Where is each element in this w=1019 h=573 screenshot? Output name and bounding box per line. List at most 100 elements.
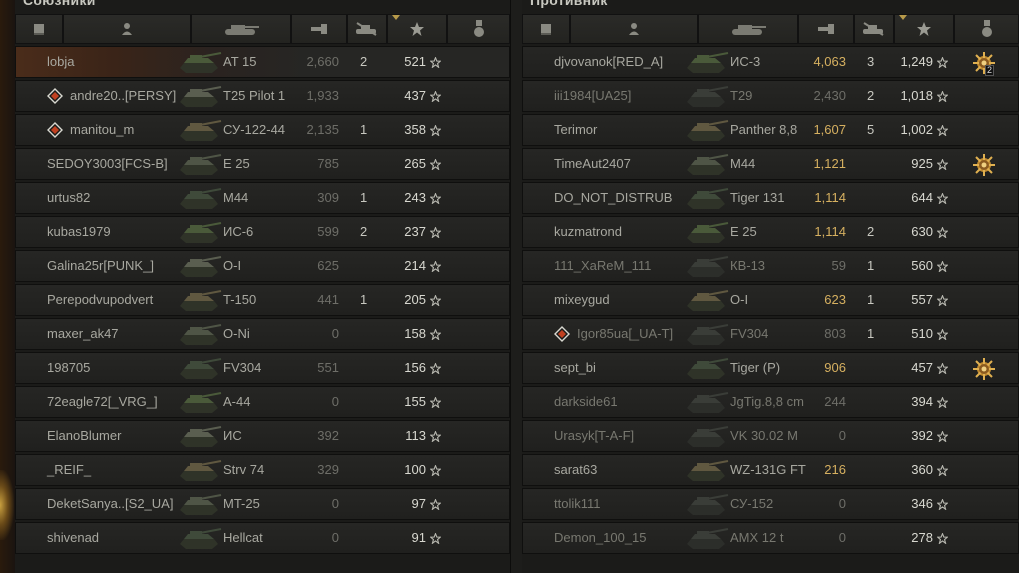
player-row[interactable]: 111_XaReM_111 КВ-13 59 1 560 xyxy=(522,250,1019,282)
player-row[interactable]: darkside61 JgTig.8,8 cm 244 394 xyxy=(522,386,1019,418)
experience-value: 100 xyxy=(404,462,426,477)
star-icon xyxy=(936,56,949,69)
experience-value: 1,018 xyxy=(900,88,933,103)
tank-name: ИС-6 xyxy=(223,224,254,239)
enemies-col-header-tank[interactable] xyxy=(698,14,798,44)
player-row[interactable]: TimeAut2407 M44 1,121 925 xyxy=(522,148,1019,180)
allies-col-header-tank[interactable] xyxy=(191,14,291,44)
tank-icon xyxy=(685,254,729,280)
allies-col-header-player[interactable] xyxy=(63,14,191,44)
enemies-col-header-player[interactable] xyxy=(570,14,698,44)
player-row[interactable]: _REIF_ Strv 74 329 100 xyxy=(15,454,510,486)
kills-value: 1 xyxy=(867,292,875,307)
player-row[interactable]: maxer_ak47 O-Ni 0 158 xyxy=(15,318,510,350)
star-icon xyxy=(936,226,949,239)
tank-icon xyxy=(178,322,222,348)
tank-icon xyxy=(178,118,222,144)
enemies-col-header-kills[interactable] xyxy=(854,14,894,44)
player-name: mixeygud xyxy=(554,292,610,307)
tank-name: M44 xyxy=(223,190,249,205)
medal-icon[interactable] xyxy=(971,356,997,382)
kills-value: 1 xyxy=(360,292,368,307)
medal-icon[interactable]: 2 xyxy=(971,50,997,76)
enemies-col-header-experience-star[interactable] xyxy=(894,14,954,44)
player-row[interactable]: manitou_m СУ-122-44 2,135 1 358 xyxy=(15,114,510,146)
damage-value: 244 xyxy=(824,394,846,409)
allies-col-header-damage[interactable] xyxy=(291,14,347,44)
tank-icon xyxy=(685,424,729,450)
tank-icon xyxy=(178,526,222,552)
star-icon xyxy=(936,464,949,477)
tank-name: MT-25 xyxy=(223,496,260,511)
rank-badge-icon xyxy=(47,122,63,138)
player-row[interactable]: mixeygud O-I 623 1 557 xyxy=(522,284,1019,316)
player-name: Demon_100_15 xyxy=(554,530,647,545)
player-name: darkside61 xyxy=(554,394,618,409)
player-row[interactable]: SEDOY3003[FCS-B] E 25 785 265 xyxy=(15,148,510,180)
player-row[interactable]: lobja AT 15 2,660 2 521 xyxy=(15,46,510,78)
player-row[interactable]: DO_NOT_DISTRUB Tiger 131 1,114 644 xyxy=(522,182,1019,214)
player-row[interactable]: andre20..[PERSY] T25 Pilot 1 1,933 437 xyxy=(15,80,510,112)
player-row[interactable]: 198705 FV304 551 156 xyxy=(15,352,510,384)
player-row[interactable]: DeketSanya..[S2_UA] MT-25 0 97 xyxy=(15,488,510,520)
enemies-col-header-damage[interactable] xyxy=(798,14,854,44)
player-row[interactable]: sarat63 WZ-131G FT 216 360 xyxy=(522,454,1019,486)
enemies-panel: Противник djvovanok[RED_A] ИС-3 4,063 3 1,24… xyxy=(522,0,1019,573)
allies-header xyxy=(15,14,510,44)
enemies-col-header-medal[interactable] xyxy=(954,14,1019,44)
tank-icon xyxy=(685,118,729,144)
damage-value: 1,121 xyxy=(813,156,846,171)
player-row[interactable]: Igor85ua[_UA-T] FV304 803 1 510 xyxy=(522,318,1019,350)
tank-name: Panther 8,8 xyxy=(730,122,798,137)
player-row[interactable]: Perepodvupodvert T-150 441 1 205 xyxy=(15,284,510,316)
player-row[interactable]: ttolik111 СУ-152 0 346 xyxy=(522,488,1019,520)
player-row[interactable]: djvovanok[RED_A] ИС-3 4,063 3 1,249 2 xyxy=(522,46,1019,78)
player-name: kubas1979 xyxy=(47,224,111,239)
kills-icon xyxy=(861,22,887,36)
player-name: Galina25r[PUNK_] xyxy=(47,258,154,273)
tank-name: A-44 xyxy=(223,394,251,409)
damage-value: 0 xyxy=(838,428,846,443)
player-row[interactable]: kuzmatrond E 25 1,114 2 630 xyxy=(522,216,1019,248)
player-row[interactable]: Urasyk[T-A-F] VK 30.02 M 0 392 xyxy=(522,420,1019,452)
player-row[interactable]: kubas1979 ИС-6 599 2 237 xyxy=(15,216,510,248)
player-name: 72eagle72[_VRG_] xyxy=(47,394,158,409)
player-name: Urasyk[T-A-F] xyxy=(554,428,635,443)
damage-value: 785 xyxy=(317,156,339,171)
allies-col-header-platoon[interactable] xyxy=(15,14,63,44)
allies-col-header-medal[interactable] xyxy=(447,14,510,44)
experience-value: 214 xyxy=(404,258,426,273)
player-row[interactable]: Demon_100_15 AMX 12 t 0 278 xyxy=(522,522,1019,554)
player-row[interactable]: sept_bi Tiger (P) 906 457 xyxy=(522,352,1019,384)
player-row[interactable]: Terimor Panther 8,8 1,607 5 1,002 xyxy=(522,114,1019,146)
experience-value: 644 xyxy=(911,190,933,205)
damage-value: 0 xyxy=(331,326,339,341)
tank-icon xyxy=(178,152,222,178)
damage-value: 0 xyxy=(838,530,846,545)
kills-value: 1 xyxy=(867,258,875,273)
player-row[interactable]: 72eagle72[_VRG_] A-44 0 155 xyxy=(15,386,510,418)
allies-col-header-experience-star[interactable] xyxy=(387,14,447,44)
player-row[interactable]: shivenad Hellcat 0 91 xyxy=(15,522,510,554)
tank-icon xyxy=(178,254,222,280)
player-row[interactable]: iii1984[UA25] T29 2,430 2 1,018 xyxy=(522,80,1019,112)
tank-icon xyxy=(685,220,729,246)
player-row[interactable]: urtus82 M44 309 1 243 xyxy=(15,182,510,214)
medal-count: 2 xyxy=(985,65,995,76)
player-row[interactable]: ElanoBlumer ИС 392 113 xyxy=(15,420,510,452)
tank-icon xyxy=(685,84,729,110)
enemies-col-header-platoon[interactable] xyxy=(522,14,570,44)
player-name: sept_bi xyxy=(554,360,596,375)
star-icon xyxy=(429,158,442,171)
damage-icon xyxy=(816,22,836,36)
experience-value: 205 xyxy=(404,292,426,307)
kills-value: 5 xyxy=(867,122,875,137)
tank-icon xyxy=(178,186,222,212)
allies-col-header-kills[interactable] xyxy=(347,14,387,44)
player-row[interactable]: Galina25r[PUNK_] O-I 625 214 xyxy=(15,250,510,282)
damage-value: 1,114 xyxy=(814,190,846,205)
player-name: shivenad xyxy=(47,530,100,545)
tank-icon xyxy=(685,186,729,212)
medal-icon[interactable] xyxy=(971,152,997,178)
star-icon xyxy=(429,430,442,443)
